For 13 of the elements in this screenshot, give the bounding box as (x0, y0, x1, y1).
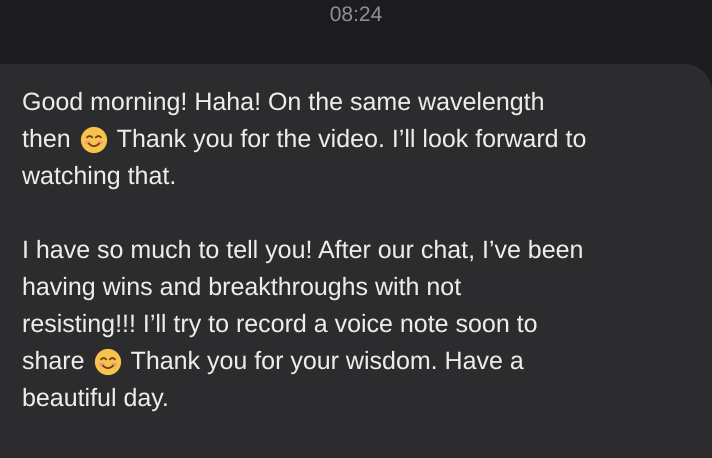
message-text: Thank you for your wisdom. Have a (130, 347, 524, 376)
message-text: I have so much to tell you! After our chat, I’ve been (22, 236, 584, 265)
smiling-face-icon (80, 126, 108, 154)
message-text: watching that. (22, 162, 176, 191)
message-text: having wins and breakthroughs with not (22, 273, 462, 302)
message-text: beautiful day. (22, 384, 169, 413)
smiling-face-icon (94, 348, 122, 376)
message-text: Thank you for the video. I’ll look forward to (116, 125, 586, 154)
message-text: resisting!!! I’ll try to record a voice note soon to (22, 310, 538, 339)
message-text: Good morning! Haha! On the same wavelength (22, 88, 545, 117)
message-text: share (22, 347, 85, 376)
message-timestamp: 08:24 (328, 2, 384, 28)
message-text: then (22, 125, 71, 154)
